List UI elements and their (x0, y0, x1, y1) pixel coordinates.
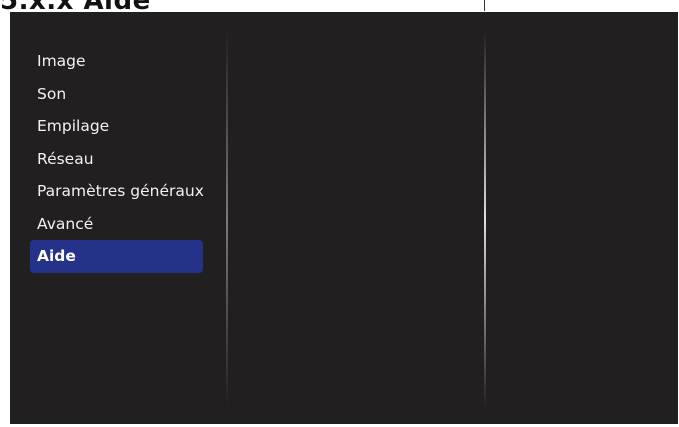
submenu-pane (228, 12, 484, 424)
menu-item-son[interactable]: Son (30, 78, 226, 111)
page-heading: 5.x.x Aide (0, 0, 151, 16)
menu-item-aide[interactable]: Aide (30, 240, 203, 273)
main-menu-list: Image Son Empilage Réseau Paramètres gén… (30, 45, 226, 273)
heading-divider (484, 0, 485, 11)
menu-item-parametres-generaux[interactable]: Paramètres généraux (30, 175, 226, 208)
menu-item-avance[interactable]: Avancé (30, 208, 226, 241)
options-pane (486, 12, 678, 424)
menu-item-empilage[interactable]: Empilage (30, 110, 226, 143)
osd-menu-panel: Image Son Empilage Réseau Paramètres gén… (10, 12, 678, 424)
menu-item-reseau[interactable]: Réseau (30, 143, 226, 176)
menu-item-image[interactable]: Image (30, 45, 226, 78)
